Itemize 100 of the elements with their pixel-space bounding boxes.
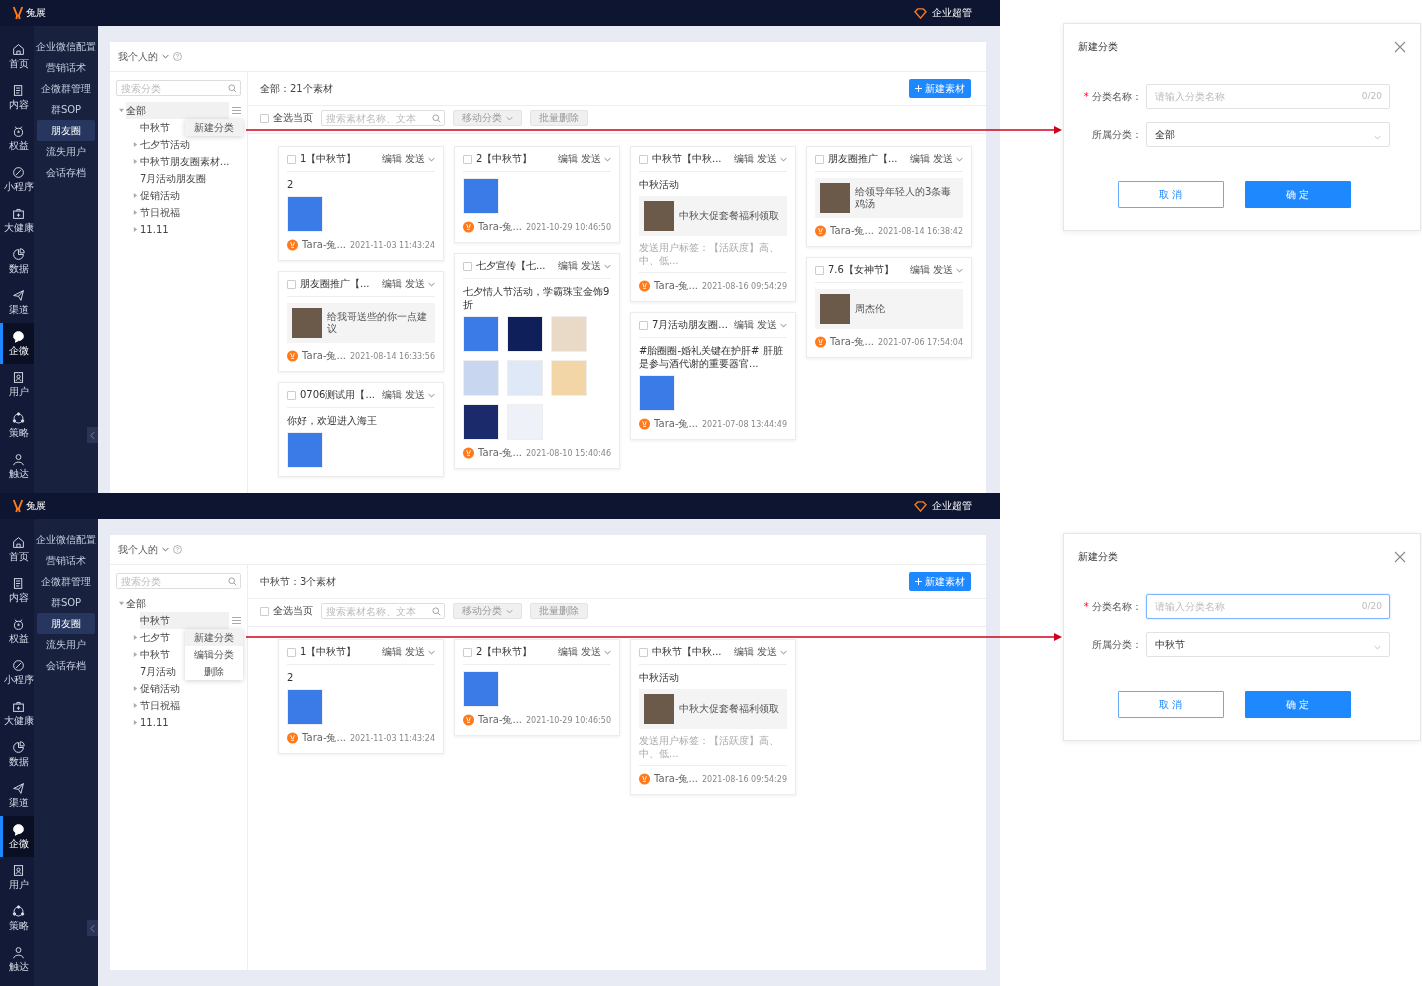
- sidebar-item[interactable]: 用户: [0, 364, 34, 405]
- edit-link[interactable]: 编辑: [558, 645, 578, 659]
- sidebar-item[interactable]: 首页: [0, 36, 34, 77]
- tree-item[interactable]: 促销活动: [140, 187, 180, 204]
- tree-item[interactable]: 中秋节朋友圈素材...: [140, 153, 230, 170]
- sub-nav-item[interactable]: 群SOP: [37, 99, 95, 120]
- link-preview[interactable]: 周杰伦: [815, 289, 963, 329]
- sidebar-item[interactable]: 触达: [0, 446, 34, 487]
- cancel-button[interactable]: 取 消: [1117, 181, 1224, 208]
- sidebar-item[interactable]: 策略: [0, 898, 34, 939]
- help-icon[interactable]: [173, 545, 182, 554]
- menu-item[interactable]: 编辑分类: [185, 646, 243, 663]
- send-link[interactable]: 发送: [405, 277, 425, 291]
- send-link[interactable]: 发送: [405, 645, 425, 659]
- card-checkbox[interactable]: [639, 647, 648, 657]
- select-all-checkbox[interactable]: [260, 606, 269, 616]
- sidebar-item[interactable]: 触达: [0, 939, 34, 980]
- tree-item[interactable]: 节日祝福: [140, 697, 180, 714]
- tree-item[interactable]: 中秋节: [140, 646, 170, 663]
- send-link[interactable]: 发送: [581, 645, 601, 659]
- sub-nav-item[interactable]: 企业微信配置: [37, 36, 95, 57]
- tree-item[interactable]: 7月活动朋友圈: [140, 170, 207, 187]
- tree-item[interactable]: 11.11: [140, 221, 169, 238]
- card-checkbox[interactable]: [287, 390, 296, 400]
- parent-category-select[interactable]: 中秋节: [1146, 632, 1390, 657]
- tree-caret-icon[interactable]: [132, 703, 138, 708]
- tree-item[interactable]: 节日祝福: [140, 204, 180, 221]
- sub-nav-item[interactable]: 朋友圈: [37, 120, 95, 141]
- link-preview[interactable]: 中秋大促套餐福利领取: [639, 689, 787, 729]
- sub-nav-item[interactable]: 朋友圈: [37, 613, 95, 634]
- tree-caret-icon[interactable]: [132, 686, 138, 691]
- tree-caret-icon[interactable]: [132, 210, 138, 215]
- material-search-field[interactable]: 搜索素材名称、文本: [321, 110, 445, 126]
- parent-category-select[interactable]: 全部: [1146, 122, 1390, 147]
- scope-dropdown[interactable]: 我个人的: [118, 49, 169, 64]
- tree-item[interactable]: 中秋节: [140, 612, 229, 629]
- scope-dropdown[interactable]: 我个人的: [118, 542, 169, 557]
- menu-item[interactable]: 删除: [185, 663, 243, 680]
- tree-caret-icon[interactable]: [132, 227, 138, 232]
- menu-icon[interactable]: [232, 107, 241, 114]
- sidebar-item[interactable]: 小程序: [0, 652, 34, 693]
- link-preview[interactable]: 中秋大促套餐福利领取: [639, 196, 787, 236]
- sidebar-item[interactable]: 大健康: [0, 200, 34, 241]
- tree-caret-icon[interactable]: [132, 142, 138, 147]
- edit-link[interactable]: 编辑: [734, 318, 754, 332]
- send-link[interactable]: 发送: [933, 152, 953, 166]
- edit-link[interactable]: 编辑: [558, 259, 578, 273]
- tree-caret-icon[interactable]: [118, 601, 124, 606]
- edit-link[interactable]: 编辑: [558, 152, 578, 166]
- collapse-button[interactable]: [87, 920, 98, 936]
- edit-link[interactable]: 编辑: [910, 263, 930, 277]
- card-checkbox[interactable]: [463, 261, 472, 271]
- send-link[interactable]: 发送: [757, 645, 777, 659]
- help-icon[interactable]: [173, 52, 182, 61]
- send-link[interactable]: 发送: [405, 388, 425, 402]
- sub-nav-item[interactable]: 群SOP: [37, 592, 95, 613]
- tree-item[interactable]: 全部: [126, 102, 229, 119]
- tree-caret-icon[interactable]: [132, 652, 138, 657]
- menu-icon[interactable]: [232, 617, 241, 624]
- edit-link[interactable]: 编辑: [382, 152, 402, 166]
- tree-caret-icon[interactable]: [118, 108, 124, 113]
- sidebar-item[interactable]: 内容: [0, 77, 34, 118]
- select-all-label[interactable]: 全选当页: [273, 111, 313, 125]
- tree-caret-icon[interactable]: [132, 159, 138, 164]
- send-link[interactable]: 发送: [405, 152, 425, 166]
- sidebar-item[interactable]: 数据: [0, 241, 34, 282]
- tree-item[interactable]: 促销活动: [140, 680, 180, 697]
- card-checkbox[interactable]: [287, 154, 296, 164]
- edit-link[interactable]: 编辑: [382, 645, 402, 659]
- sidebar-item[interactable]: 渠道: [0, 282, 34, 323]
- send-link[interactable]: 发送: [757, 152, 777, 166]
- send-link[interactable]: 发送: [757, 318, 777, 332]
- collapse-button[interactable]: [87, 427, 98, 443]
- menu-item[interactable]: 新建分类: [185, 119, 243, 136]
- link-preview[interactable]: 给我哥送些的你一点建议: [287, 303, 435, 343]
- card-checkbox[interactable]: [287, 279, 296, 289]
- card-checkbox[interactable]: [463, 154, 472, 164]
- card-checkbox[interactable]: [815, 154, 824, 164]
- material-search-field[interactable]: 搜索素材名称、文本: [321, 603, 445, 619]
- card-checkbox[interactable]: [287, 647, 296, 657]
- send-link[interactable]: 发送: [933, 263, 953, 277]
- sidebar-item[interactable]: 大健康: [0, 693, 34, 734]
- sidebar-item[interactable]: 企微: [0, 323, 34, 364]
- edit-link[interactable]: 编辑: [382, 277, 402, 291]
- edit-link[interactable]: 编辑: [734, 152, 754, 166]
- close-icon[interactable]: [1394, 41, 1406, 53]
- card-checkbox[interactable]: [639, 154, 648, 164]
- sub-nav-item[interactable]: 会话存档: [37, 655, 95, 676]
- sidebar-item[interactable]: 内容: [0, 570, 34, 611]
- sub-nav-item[interactable]: 流失用户: [37, 141, 95, 162]
- sub-nav-item[interactable]: 营销话术: [37, 550, 95, 571]
- menu-item[interactable]: 新建分类: [185, 629, 243, 646]
- sidebar-item[interactable]: 权益: [0, 118, 34, 159]
- sub-nav-item[interactable]: 企微群管理: [37, 571, 95, 592]
- tree-caret-icon[interactable]: [132, 635, 138, 640]
- sidebar-item[interactable]: 权益: [0, 611, 34, 652]
- tree-item[interactable]: 7月活动: [140, 663, 177, 680]
- sub-nav-item[interactable]: 会话存档: [37, 162, 95, 183]
- sub-nav-item[interactable]: 企微群管理: [37, 78, 95, 99]
- sub-nav-item[interactable]: 营销话术: [37, 57, 95, 78]
